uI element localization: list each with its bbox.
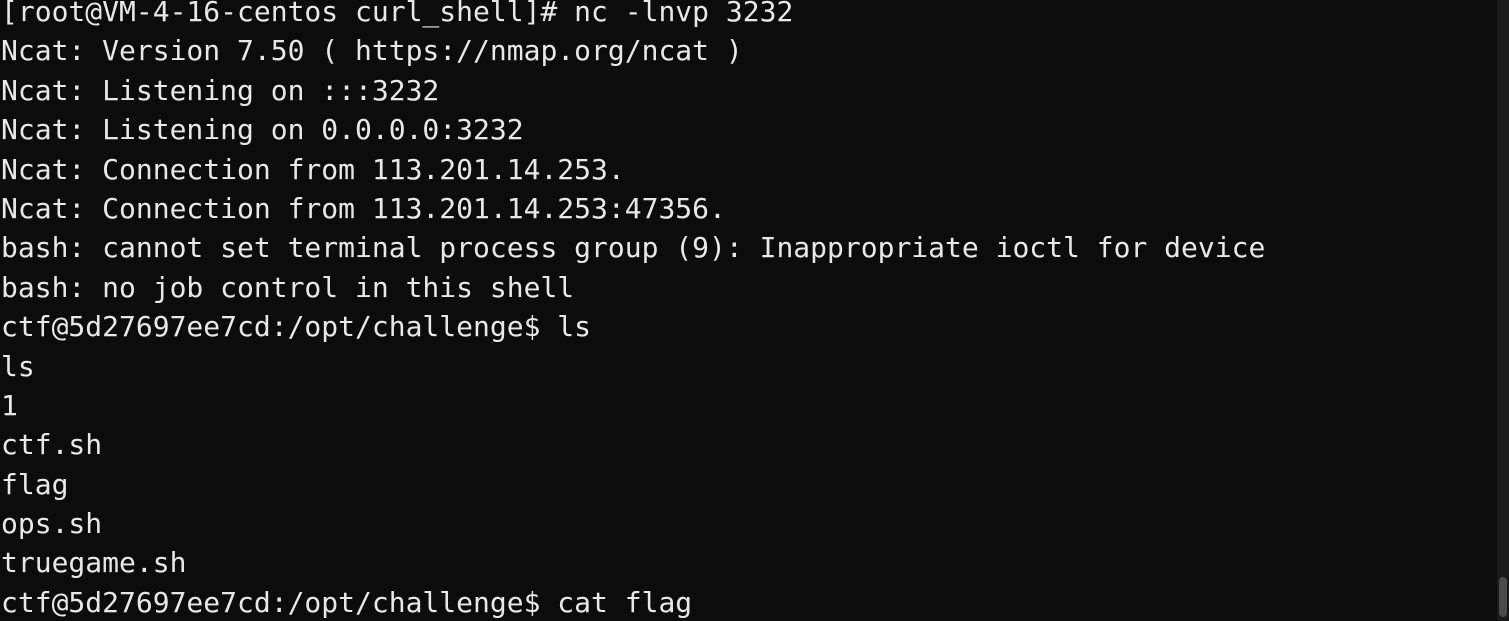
terminal-line-file-ctf-sh: ctf.sh xyxy=(1,428,103,462)
terminal-line-no-job-control: bash: no job control in this shell xyxy=(1,270,575,304)
terminal-line-file-flag: flag xyxy=(1,467,69,501)
terminal-line-echo-ls: ls xyxy=(1,349,35,383)
terminal-line-connection-port: Ncat: Connection from 113.201.14.253:473… xyxy=(1,191,726,225)
terminal-line-bash-warning: bash: cannot set terminal process group … xyxy=(1,231,1266,265)
scrollbar-thumb[interactable] xyxy=(1499,577,1507,617)
terminal-line-ncat-version: Ncat: Version 7.50 ( https://nmap.org/nc… xyxy=(1,34,743,68)
terminal-line-connection: Ncat: Connection from 113.201.14.253. xyxy=(1,152,625,186)
terminal-line-prompt-ls: ctf@5d27697ee7cd:/opt/challenge$ ls xyxy=(1,310,592,344)
terminal-line-listening-ipv4: Ncat: Listening on 0.0.0.0:3232 xyxy=(1,113,524,147)
terminal-scrollbar[interactable] xyxy=(1497,0,1509,621)
terminal-line-file-ops-sh: ops.sh xyxy=(1,507,103,541)
terminal-window[interactable]: [root@VM-4-16-centos curl_shell]# nc -ln… xyxy=(0,0,1509,621)
terminal-line-prompt-nc: [root@VM-4-16-centos curl_shell]# nc -ln… xyxy=(1,0,794,28)
terminal-output[interactable]: [root@VM-4-16-centos curl_shell]# nc -ln… xyxy=(0,0,1497,621)
terminal-line-file-truegame-sh: truegame.sh xyxy=(1,546,187,580)
terminal-line-listening-ipv6: Ncat: Listening on :::3232 xyxy=(1,73,440,107)
terminal-line-prompt-cat-flag: ctf@5d27697ee7cd:/opt/challenge$ cat fla… xyxy=(1,585,693,619)
terminal-line-file-1: 1 xyxy=(1,388,18,422)
